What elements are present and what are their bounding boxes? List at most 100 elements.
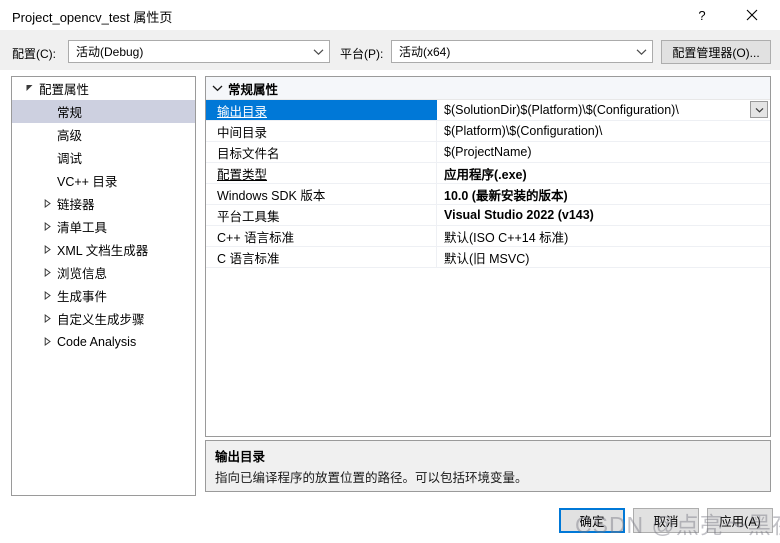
property-value-label: $(Platform)\$(Configuration)\ xyxy=(444,124,603,138)
tree-expander-collapsed-icon[interactable] xyxy=(38,199,56,208)
property-value-cell[interactable]: $(SolutionDir)$(Platform)\$(Configuratio… xyxy=(437,100,770,120)
tree-item[interactable]: 高级 xyxy=(12,123,195,146)
property-row[interactable]: 输出目录 $(SolutionDir)$(Platform)\$(Configur… xyxy=(206,100,770,121)
platform-dropdown[interactable]: 活动(x64) xyxy=(391,40,653,63)
property-name-label: 目标文件名 xyxy=(217,146,280,161)
configuration-manager-button[interactable]: 配置管理器(O)... xyxy=(661,40,771,64)
property-value-dropdown-button[interactable] xyxy=(750,101,768,118)
tree-item[interactable]: Code Analysis xyxy=(12,330,195,353)
tree-expander-expanded-icon[interactable] xyxy=(20,84,38,93)
property-value-label: 默认(旧 MSVC) xyxy=(444,251,530,266)
property-value-label: $(SolutionDir)$(Platform)\$(Configuratio… xyxy=(444,103,679,117)
tree-item[interactable]: 生成事件 xyxy=(12,284,195,307)
tree-item[interactable]: 链接器 xyxy=(12,192,195,215)
tree-expander-collapsed-icon[interactable] xyxy=(38,291,56,300)
property-row[interactable]: 平台工具集 Visual Studio 2022 (v143) xyxy=(206,205,770,226)
property-value-cell[interactable]: 默认(旧 MSVC) xyxy=(437,247,770,267)
cancel-button[interactable]: 取消 xyxy=(633,508,699,533)
tree-item-label: 高级 xyxy=(57,129,83,143)
description-title: 输出目录 xyxy=(215,450,266,464)
property-name-cell[interactable]: C 语言标准 xyxy=(206,247,437,267)
tree-item-label: 配置属性 xyxy=(39,83,90,97)
property-name-label: 配置类型 xyxy=(217,167,268,182)
tree-item[interactable]: 调试 xyxy=(12,146,195,169)
tree-item[interactable]: XML 文档生成器 xyxy=(12,238,195,261)
tree-item[interactable]: 配置属性 xyxy=(12,77,195,100)
property-value-label: $(ProjectName) xyxy=(444,145,532,159)
property-value-cell[interactable]: 应用程序(.exe) xyxy=(437,163,770,183)
property-name-cell[interactable]: 输出目录 xyxy=(206,100,437,120)
property-value-cell[interactable]: 10.0 (最新安装的版本) xyxy=(437,184,770,204)
platform-label: 平台(P): xyxy=(340,47,384,61)
property-value-cell[interactable]: $(Platform)\$(Configuration)\ xyxy=(437,121,770,141)
property-name-cell[interactable]: Windows SDK 版本 xyxy=(206,184,437,204)
tree-expander-collapsed-icon[interactable] xyxy=(38,245,56,254)
property-name-cell[interactable]: C++ 语言标准 xyxy=(206,226,437,246)
property-grid[interactable]: 常规属性 输出目录 $(SolutionDir)$(Platform)\$(Con… xyxy=(205,76,771,437)
tree-item-label: XML 文档生成器 xyxy=(57,244,149,258)
property-value-label: 默认(ISO C++14 标准) xyxy=(444,230,569,245)
tree-item-label: 常规 xyxy=(57,106,83,120)
configuration-label: 配置(C): xyxy=(12,47,56,61)
tree-item-label: 清单工具 xyxy=(57,221,108,235)
chevron-down-icon xyxy=(630,48,652,56)
chevron-down-icon xyxy=(206,84,228,92)
chevron-down-icon xyxy=(755,107,763,113)
property-name-cell[interactable]: 中间目录 xyxy=(206,121,437,141)
property-group-label: 常规属性 xyxy=(228,82,279,97)
question-mark-icon: ? xyxy=(698,7,706,23)
property-row[interactable]: C 语言标准 默认(旧 MSVC) xyxy=(206,247,770,268)
configuration-dropdown[interactable]: 活动(Debug) xyxy=(68,40,330,63)
apply-button[interactable]: 应用(A) xyxy=(707,508,773,533)
property-group-header[interactable]: 常规属性 xyxy=(206,77,770,100)
property-value-cell[interactable]: Visual Studio 2022 (v143) xyxy=(437,205,770,225)
property-value-label: Visual Studio 2022 (v143) xyxy=(444,208,594,222)
property-value-label: 10.0 (最新安装的版本) xyxy=(444,188,568,203)
property-name-label: 输出目录 xyxy=(217,104,268,119)
ok-button[interactable]: 确定 xyxy=(559,508,625,533)
tree-item-label: 自定义生成步骤 xyxy=(57,313,145,327)
help-button[interactable]: ? xyxy=(680,0,724,30)
configuration-value: 活动(Debug) xyxy=(76,45,144,59)
property-name-cell[interactable]: 目标文件名 xyxy=(206,142,437,162)
property-name-cell[interactable]: 配置类型 xyxy=(206,163,437,183)
property-name-cell[interactable]: 平台工具集 xyxy=(206,205,437,225)
chevron-down-icon xyxy=(307,48,329,56)
tree-item[interactable]: 常规 xyxy=(12,100,195,123)
platform-value: 活动(x64) xyxy=(399,45,451,59)
tree-item[interactable]: 清单工具 xyxy=(12,215,195,238)
property-name-label: C++ 语言标准 xyxy=(217,230,295,245)
close-icon xyxy=(746,9,758,21)
property-value-cell[interactable]: $(ProjectName) xyxy=(437,142,770,162)
tree-item-label: Code Analysis xyxy=(57,334,137,349)
tree-item-label: 链接器 xyxy=(57,198,95,212)
property-row[interactable]: 中间目录 $(Platform)\$(Configuration)\ xyxy=(206,121,770,142)
description-pane: 输出目录 指向已编译程序的放置位置的路径。可以包括环境变量。 xyxy=(205,440,771,492)
tree-item-label: 浏览信息 xyxy=(57,267,108,281)
tree-item[interactable]: 自定义生成步骤 xyxy=(12,307,195,330)
property-row[interactable]: C++ 语言标准 默认(ISO C++14 标准) xyxy=(206,226,770,247)
tree-item[interactable]: VC++ 目录 xyxy=(12,169,195,192)
property-value-label: 应用程序(.exe) xyxy=(444,167,527,182)
property-name-label: C 语言标准 xyxy=(217,251,280,266)
properties-tree[interactable]: 配置属性常规高级调试 VC++ 目录 链接器清单工具 XML 文档生成器 浏览信息生成事… xyxy=(11,76,196,496)
title-bar: Project_opencv_test 属性页 ? xyxy=(0,0,780,30)
property-name-label: 中间目录 xyxy=(217,125,268,140)
close-button[interactable] xyxy=(730,0,774,30)
tree-item[interactable]: 浏览信息 xyxy=(12,261,195,284)
tree-item-label: 调试 xyxy=(57,152,83,166)
description-text: 指向已编译程序的放置位置的路径。可以包括环境变量。 xyxy=(215,471,528,485)
tree-expander-collapsed-icon[interactable] xyxy=(38,314,56,323)
property-name-label: 平台工具集 xyxy=(217,209,280,224)
property-name-label: Windows SDK 版本 xyxy=(217,188,326,203)
window-title: Project_opencv_test 属性页 xyxy=(12,10,173,25)
tree-expander-collapsed-icon[interactable] xyxy=(38,222,56,231)
tree-expander-collapsed-icon[interactable] xyxy=(38,337,56,346)
property-row[interactable]: Windows SDK 版本 10.0 (最新安装的版本) xyxy=(206,184,770,205)
property-value-cell[interactable]: 默认(ISO C++14 标准) xyxy=(437,226,770,246)
property-row[interactable]: 目标文件名 $(ProjectName) xyxy=(206,142,770,163)
tree-expander-collapsed-icon[interactable] xyxy=(38,268,56,277)
tree-item-label: 生成事件 xyxy=(57,290,108,304)
property-row[interactable]: 配置类型 应用程序(.exe) xyxy=(206,163,770,184)
tree-item-label: VC++ 目录 xyxy=(57,175,118,189)
